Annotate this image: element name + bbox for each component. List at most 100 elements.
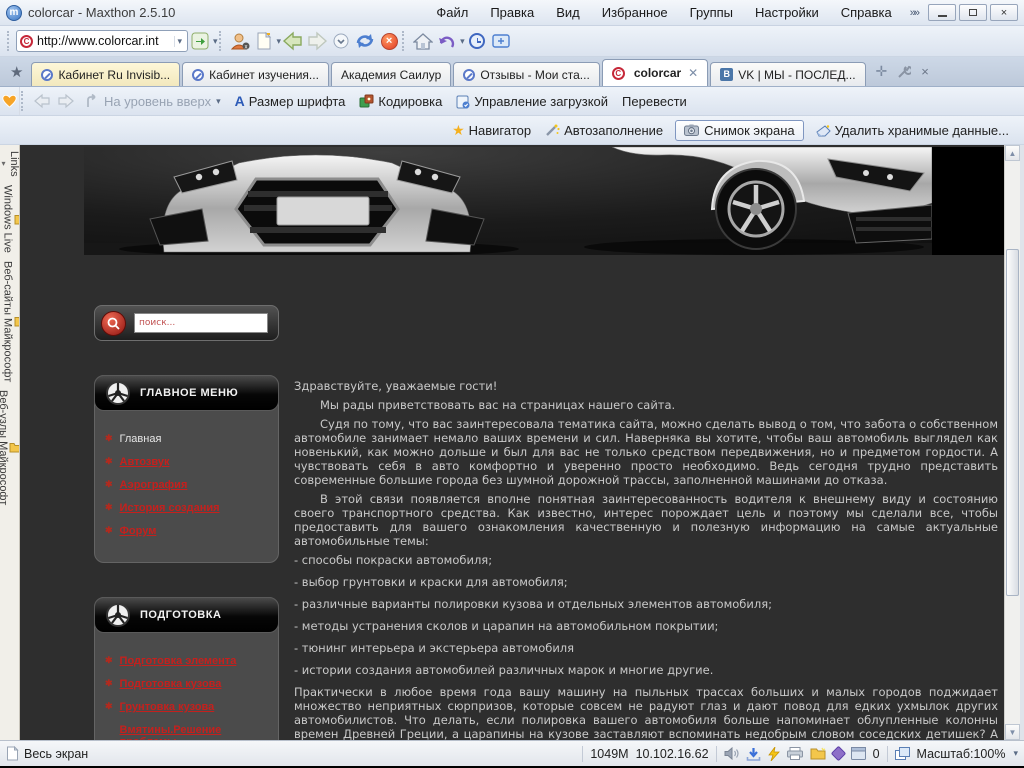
tab-kabinet-ru[interactable]: Кабинет Ru Invisib...	[31, 62, 180, 86]
svg-text:x: x	[244, 45, 247, 51]
scrollbar-thumb[interactable]	[1006, 249, 1019, 596]
tab-kabinet-izucheniya[interactable]: Кабинет изучения...	[182, 62, 329, 86]
tab-otzyvy[interactable]: Отзывы - Мои ста...	[453, 62, 600, 86]
menu-file[interactable]: Файл	[436, 5, 468, 20]
menu-item-airbrush[interactable]: Аэрография	[120, 479, 188, 491]
new-page-dropdown-icon[interactable]: ▾	[277, 36, 282, 47]
menu-item-home[interactable]: Главная	[120, 433, 162, 445]
tab-colorcar-active[interactable]: Ccolorcar✕	[602, 59, 708, 86]
article-list-item: - методы устранения сколов и царапин на …	[294, 619, 998, 633]
tab-akademiya[interactable]: Академия Саилур	[331, 62, 451, 86]
popup-blocker-icon[interactable]	[851, 747, 866, 760]
memory-usage: 1049M	[590, 747, 628, 761]
menu-item-forum[interactable]: Форум	[120, 525, 157, 537]
page-scrollbar[interactable]: ▲ ▼	[1004, 145, 1020, 740]
stop-icon[interactable]: ×	[378, 29, 400, 53]
undo-icon[interactable]	[436, 29, 458, 53]
font-size-button[interactable]: A Размер шрифта	[235, 93, 346, 109]
restore-button[interactable]	[959, 4, 987, 21]
menu-view[interactable]: Вид	[556, 5, 580, 20]
toolbar-grip	[21, 91, 25, 111]
menu-item-prep-body[interactable]: Подготовка кузова	[120, 678, 222, 690]
back-icon[interactable]	[282, 29, 304, 53]
lightning-icon[interactable]	[768, 747, 780, 761]
encoding-button[interactable]: Кодировка	[359, 94, 442, 109]
collector-heart-icon[interactable]	[2, 94, 17, 108]
tab-close-icon[interactable]: ✕	[688, 66, 698, 80]
download-icon[interactable]	[746, 747, 761, 761]
url-dropdown-icon[interactable]: ▾	[174, 36, 184, 47]
menu-item-dents[interactable]: Вмятины.Решение проблемы.	[120, 724, 270, 740]
scroll-down-icon[interactable]: ▼	[1005, 724, 1020, 740]
url-text[interactable]: http://www.colorcar.int	[37, 34, 172, 48]
sound-icon[interactable]	[724, 747, 739, 760]
zoom-window-icon[interactable]	[895, 747, 910, 760]
wrench-icon[interactable]	[897, 65, 911, 79]
undo-dropdown-icon[interactable]: ▾	[460, 36, 465, 47]
new-page-icon[interactable]	[253, 29, 275, 53]
scrollbar-track[interactable]	[1005, 161, 1020, 724]
menu-favorites[interactable]: Избранное	[602, 5, 668, 20]
menu-item-primer-body[interactable]: Грунтовка кузова	[120, 701, 215, 713]
autofill-label: Автозаполнение	[564, 123, 663, 138]
page-toolbar: На уровень вверх▾ A Размер шрифта Кодиро…	[0, 87, 1024, 116]
sidebar-item-windows-live[interactable]: Windows Live▾	[0, 185, 20, 253]
go-button[interactable]	[189, 29, 211, 53]
menu-settings[interactable]: Настройки	[755, 5, 819, 20]
toolbar-forward-icon[interactable]	[55, 89, 77, 113]
new-tab-button[interactable]: ✛	[876, 63, 888, 80]
menu-item-autosound[interactable]: Автозвук	[120, 456, 170, 468]
banner-black-fill	[932, 147, 1004, 255]
window-filter-icon[interactable]	[490, 29, 512, 53]
links-sidebar: Links▾ Windows Live▾ Веб-сайты Майкрософ…	[0, 145, 20, 740]
zoom-dropdown-icon[interactable]: ▾	[1013, 748, 1018, 759]
scroll-up-icon[interactable]: ▲	[1005, 145, 1020, 161]
forward-icon[interactable]	[306, 29, 328, 53]
history-dropdown-icon[interactable]	[330, 29, 352, 53]
new-folder-icon[interactable]	[810, 747, 826, 760]
navigator-button[interactable]: ★ Навигатор	[452, 122, 531, 139]
menu-item-history[interactable]: История создания	[120, 502, 220, 514]
search-input[interactable]	[134, 313, 268, 333]
collector-panel[interactable]	[0, 87, 20, 115]
zoom-level[interactable]: Масштаб:100%	[917, 747, 1006, 761]
article-list-item: - способы покраски автомобиля;	[294, 553, 998, 567]
proxy-identity-icon[interactable]: x	[229, 29, 251, 53]
favorites-star-icon[interactable]: ★	[10, 63, 23, 81]
sidebar-item-label: Windows Live	[2, 185, 14, 253]
menu-item-prep-element[interactable]: Подготовка элемента	[120, 655, 237, 667]
toolbar-back-icon[interactable]	[31, 89, 53, 113]
printer-icon[interactable]	[787, 747, 803, 760]
menu-groups[interactable]: Группы	[690, 5, 733, 20]
sidebar-item-links[interactable]: Links▾	[0, 151, 20, 177]
status-mode-label[interactable]: Весь экран	[24, 747, 88, 761]
close-button[interactable]: ×	[990, 4, 1018, 21]
translate-button[interactable]: Перевести	[622, 94, 687, 109]
gem-icon[interactable]	[830, 746, 846, 762]
tab-label: Кабинет изучения...	[209, 68, 319, 82]
menu-help[interactable]: Справка	[841, 5, 892, 20]
history-clock-icon[interactable]	[466, 29, 488, 53]
ip-address: 10.102.16.62	[636, 747, 709, 761]
address-bar[interactable]: C http://www.colorcar.int ▾	[16, 30, 188, 52]
sidebar-item-ms-nodes[interactable]: Веб-узлы Майкрософт	[0, 390, 20, 505]
screenshot-button[interactable]: Снимок экрана	[675, 120, 804, 141]
go-dropdown-icon[interactable]: ▾	[213, 36, 218, 47]
bullet-icon: ✱	[105, 525, 113, 536]
autofill-button[interactable]: Автозаполнение	[545, 123, 663, 138]
up-level-button[interactable]: На уровень вверх▾	[85, 94, 221, 109]
preparation-menu-block: ✱Подготовка элемента ✱Подготовка кузова …	[94, 597, 279, 740]
close-tabbar-icon[interactable]: ×	[921, 64, 929, 79]
home-icon[interactable]	[412, 29, 434, 53]
search-button[interactable]	[101, 311, 126, 336]
menu-overflow-chevron-icon[interactable]: »»	[910, 7, 918, 19]
navigator-label: Навигатор	[469, 123, 531, 138]
download-management-button[interactable]: Управление загрузкой	[456, 94, 608, 109]
menu-edit[interactable]: Правка	[490, 5, 534, 20]
menu-title: ПОДГОТОВКА	[140, 609, 221, 621]
clear-data-button[interactable]: Удалить хранимые данные...	[816, 123, 1009, 138]
minimize-button[interactable]	[928, 4, 956, 21]
refresh-icon[interactable]	[354, 29, 376, 53]
sidebar-item-ms-websites[interactable]: Веб-сайты Майкрософт▾	[0, 261, 20, 382]
tab-vk[interactable]: BVK | МЫ - ПОСЛЕД...	[710, 62, 865, 86]
